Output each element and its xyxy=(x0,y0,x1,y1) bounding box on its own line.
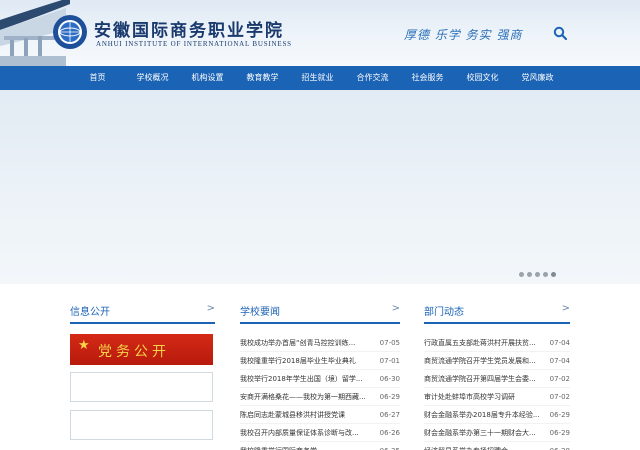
nav-item-admissions[interactable]: 招生就业 xyxy=(290,66,345,90)
dept-news-more-link[interactable]: > xyxy=(562,303,570,314)
news-title[interactable]: 审计处赴蚌埠市高校学习调研 xyxy=(424,392,515,402)
news-item[interactable]: 经济贸易系举办专场招聘会... 06-28 xyxy=(424,442,570,450)
school-news-more-link[interactable]: > xyxy=(392,303,400,314)
news-item[interactable]: 我校召开内部质量保证体系诊断与改... 06-26 xyxy=(240,424,400,442)
school-news-header: 学校要闻 > xyxy=(240,298,400,324)
news-title[interactable]: 安商开满格桑花——我校为第一期西藏... xyxy=(240,392,366,402)
news-title[interactable]: 财会金融系举办2018届专升本经验... xyxy=(424,410,540,420)
dept-news-header: 部门动态 > xyxy=(424,298,570,324)
news-date: 07-02 xyxy=(549,374,570,383)
news-title[interactable]: 陈启同志赴蒙城县移洪村讲授党课 xyxy=(240,410,345,420)
news-item[interactable]: 财会金融系举办2018届专升本经验... 06-29 xyxy=(424,406,570,424)
news-date: 07-01 xyxy=(379,356,400,365)
news-date: 06-27 xyxy=(379,410,400,419)
news-item[interactable]: 我校举行2018年学生出国（境）留学... 06-30 xyxy=(240,370,400,388)
news-date: 06-29 xyxy=(379,392,400,401)
news-date: 06-28 xyxy=(550,447,570,450)
info-link-box[interactable] xyxy=(70,372,213,402)
news-item[interactable]: 安商开满格桑花——我校为第一期西藏... 06-29 xyxy=(240,388,400,406)
nav-item-teaching[interactable]: 教育教学 xyxy=(235,66,290,90)
news-title[interactable]: 我校举行2018年学生出国（境）留学... xyxy=(240,374,363,384)
news-date: 06-29 xyxy=(549,410,570,419)
news-item[interactable]: 陈启同志赴蒙城县移洪村讲授党课 06-27 xyxy=(240,406,400,424)
school-logo-icon xyxy=(53,15,87,49)
search-icon[interactable] xyxy=(553,26,567,40)
news-item[interactable]: 我校隆重举行国际商务学... 06-25 xyxy=(240,442,400,450)
party-affairs-banner-text: 党务公开 xyxy=(98,344,170,360)
info-open-more-link[interactable]: > xyxy=(207,303,215,314)
news-date: 07-04 xyxy=(549,356,570,365)
party-affairs-banner[interactable]: ★ 党务公开 xyxy=(70,334,213,365)
news-date: 06-26 xyxy=(379,428,400,437)
nav-item-home[interactable]: 首页 xyxy=(70,66,125,90)
banner-dot-active[interactable] xyxy=(551,272,556,277)
banner-pagination xyxy=(519,272,556,277)
nav-item-campus-culture[interactable]: 校园文化 xyxy=(455,66,510,90)
school-motto: 厚德 乐学 务实 强商 xyxy=(404,28,523,42)
news-title[interactable]: 我校成功举办首届“创青马控控训练... xyxy=(240,338,355,348)
news-date: 06-29 xyxy=(549,428,570,437)
news-title[interactable]: 财会金融系举办第三十一期财会大... xyxy=(424,428,536,438)
news-title[interactable]: 我校隆重举行国际商务学... xyxy=(240,446,324,450)
news-item[interactable]: 财会金融系举办第三十一期财会大... 06-29 xyxy=(424,424,570,442)
school-name-en: ANHUI INSTITUTE OF INTERNATIONAL BUSINES… xyxy=(96,40,292,48)
news-item[interactable]: 行政直属五支部赴蒋洪村开展扶贫... 07-04 xyxy=(424,334,570,352)
info-open-title[interactable]: 信息公开 xyxy=(70,303,110,318)
news-date: 06-25 xyxy=(380,447,400,450)
nav-item-party-conduct[interactable]: 党风廉政 xyxy=(510,66,565,90)
info-link-box[interactable] xyxy=(70,410,213,440)
news-item[interactable]: 商贸流通学院召开学生党员发展和... 07-04 xyxy=(424,352,570,370)
news-item[interactable]: 我校成功举办首届“创青马控控训练... 07-05 xyxy=(240,334,400,352)
news-date: 07-05 xyxy=(379,338,400,347)
news-date: 06-30 xyxy=(379,374,400,383)
school-news-title[interactable]: 学校要闻 xyxy=(240,303,280,318)
dept-news-title[interactable]: 部门动态 xyxy=(424,303,464,318)
news-title[interactable]: 经济贸易系举办专场招聘会... xyxy=(424,446,515,450)
news-item[interactable]: 商贸流通学院召开第四届学生会委... 07-02 xyxy=(424,370,570,388)
banner-dot[interactable] xyxy=(543,272,548,277)
news-title[interactable]: 商贸流通学院召开学生党员发展和... xyxy=(424,356,536,366)
banner-dot[interactable] xyxy=(519,272,524,277)
nav-item-social-service[interactable]: 社会服务 xyxy=(400,66,455,90)
school-news-list: 我校成功举办首届“创青马控控训练... 07-05 我校隆重举行2018届毕业生毕业… xyxy=(240,334,400,450)
nav-item-cooperation[interactable]: 合作交流 xyxy=(345,66,400,90)
school-name-cn: 安徽国际商务职业学院 xyxy=(94,21,284,41)
info-open-header: 信息公开 > xyxy=(70,298,215,324)
news-title[interactable]: 商贸流通学院召开第四届学生会委... xyxy=(424,374,536,384)
news-title[interactable]: 行政直属五支部赴蒋洪村开展扶贫... xyxy=(424,338,536,348)
news-title[interactable]: 我校隆重举行2018届毕业生毕业典礼 xyxy=(240,356,356,366)
banner-dot[interactable] xyxy=(527,272,532,277)
news-date: 07-04 xyxy=(549,338,570,347)
news-item[interactable]: 我校隆重举行2018届毕业生毕业典礼 07-01 xyxy=(240,352,400,370)
dept-news-list: 行政直属五支部赴蒋洪村开展扶贫... 07-04 商贸流通学院召开学生党员发展和..… xyxy=(424,334,570,450)
news-date: 07-02 xyxy=(549,392,570,401)
star-icon: ★ xyxy=(78,338,90,353)
site-header: 安徽国际商务职业学院 ANHUI INSTITUTE OF INTERNATIO… xyxy=(0,0,640,66)
banner-dot[interactable] xyxy=(535,272,540,277)
hero-banner[interactable] xyxy=(0,90,640,284)
nav-item-overview[interactable]: 学校概况 xyxy=(125,66,180,90)
main-nav: 首页 学校概况 机构设置 教育教学 招生就业 合作交流 社会服务 校园文化 党风… xyxy=(0,66,640,90)
news-item[interactable]: 审计处赴蚌埠市高校学习调研 07-02 xyxy=(424,388,570,406)
nav-item-departments[interactable]: 机构设置 xyxy=(180,66,235,90)
news-title[interactable]: 我校召开内部质量保证体系诊断与改... xyxy=(240,428,359,438)
